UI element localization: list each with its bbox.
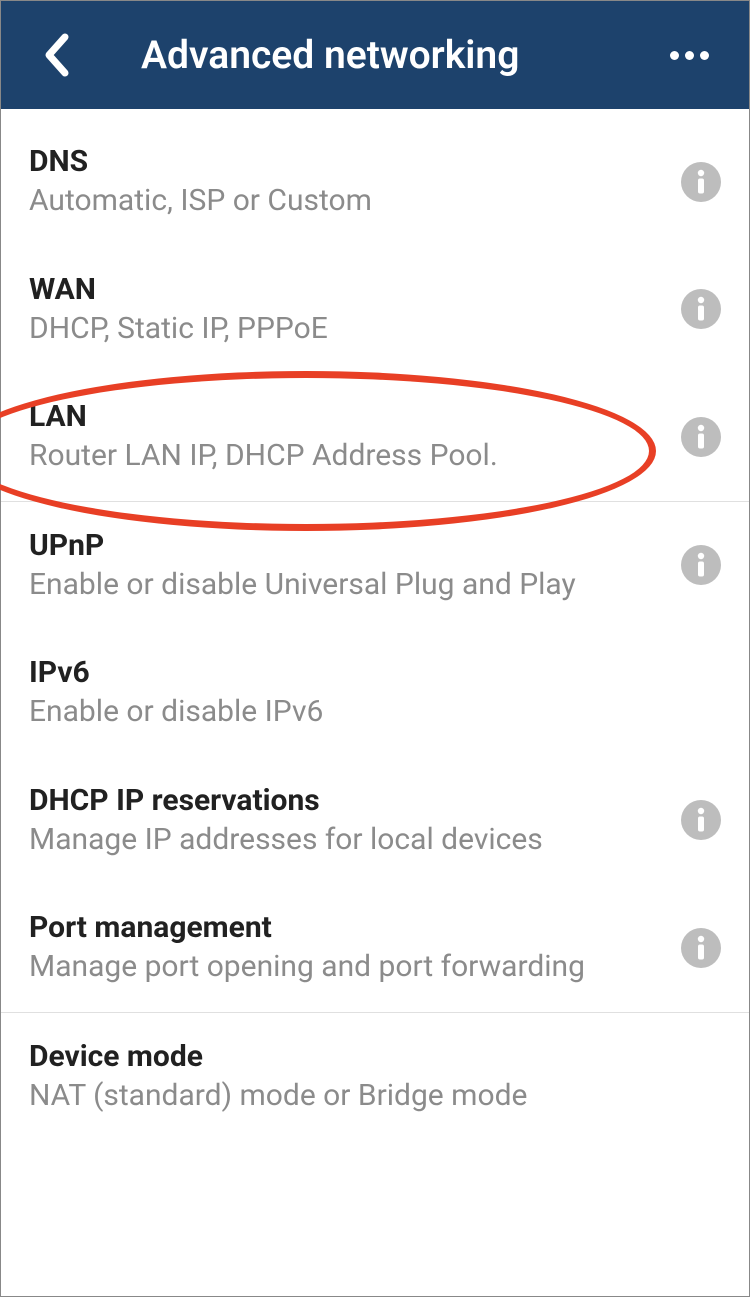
list-item-content: LAN Router LAN IP, DHCP Address Pool. (29, 399, 663, 475)
list-item-subtitle: Enable or disable IPv6 (29, 693, 721, 731)
list-item-lan[interactable]: LAN Router LAN IP, DHCP Address Pool. (1, 373, 749, 501)
list-item-content: WAN DHCP, Static IP, PPPoE (29, 272, 663, 348)
list-item-ipv6[interactable]: IPv6 Enable or disable IPv6 (1, 629, 749, 757)
header: Advanced networking (1, 1, 749, 109)
list-item-subtitle: Router LAN IP, DHCP Address Pool. (29, 437, 663, 475)
list-item-device-mode[interactable]: Device mode NAT (standard) mode or Bridg… (1, 1013, 749, 1141)
page-title: Advanced networking (141, 32, 659, 78)
more-icon (670, 51, 709, 60)
list-item-title: DHCP IP reservations (29, 783, 663, 819)
settings-list: DNS Automatic, ISP or Custom WAN DHCP, S… (1, 109, 749, 1140)
list-item-title: IPv6 (29, 655, 721, 691)
list-item-subtitle: Manage port opening and port forwarding (29, 948, 663, 986)
list-item-content: UPnP Enable or disable Universal Plug an… (29, 528, 663, 604)
list-item-subtitle: Enable or disable Universal Plug and Pla… (29, 566, 663, 604)
list-item-wan[interactable]: WAN DHCP, Static IP, PPPoE (1, 246, 749, 374)
info-icon[interactable] (681, 928, 721, 968)
list-item-dns[interactable]: DNS Automatic, ISP or Custom (1, 109, 749, 246)
more-button[interactable] (659, 25, 719, 85)
back-button[interactable] (31, 30, 81, 80)
list-item-content: IPv6 Enable or disable IPv6 (29, 655, 721, 731)
list-item-subtitle: DHCP, Static IP, PPPoE (29, 310, 663, 348)
list-item-content: DHCP IP reservations Manage IP addresses… (29, 783, 663, 859)
info-icon[interactable] (681, 545, 721, 585)
info-icon[interactable] (681, 162, 721, 202)
list-item-title: LAN (29, 399, 663, 435)
list-item-title: Port management (29, 910, 663, 946)
list-item-subtitle: NAT (standard) mode or Bridge mode (29, 1077, 721, 1115)
list-item-title: DNS (29, 144, 663, 180)
list-item-content: Device mode NAT (standard) mode or Bridg… (29, 1039, 721, 1115)
info-icon[interactable] (681, 800, 721, 840)
list-item-port-management[interactable]: Port management Manage port opening and … (1, 884, 749, 1012)
list-item-subtitle: Manage IP addresses for local devices (29, 821, 663, 859)
list-item-title: Device mode (29, 1039, 721, 1075)
info-icon[interactable] (681, 417, 721, 457)
list-item-title: WAN (29, 272, 663, 308)
list-item-title: UPnP (29, 528, 663, 564)
info-icon[interactable] (681, 289, 721, 329)
list-item-subtitle: Automatic, ISP or Custom (29, 182, 663, 220)
list-item-content: DNS Automatic, ISP or Custom (29, 144, 663, 220)
list-item-content: Port management Manage port opening and … (29, 910, 663, 986)
list-item-dhcp-reservations[interactable]: DHCP IP reservations Manage IP addresses… (1, 757, 749, 885)
list-item-upnp[interactable]: UPnP Enable or disable Universal Plug an… (1, 502, 749, 630)
chevron-left-icon (43, 33, 69, 77)
